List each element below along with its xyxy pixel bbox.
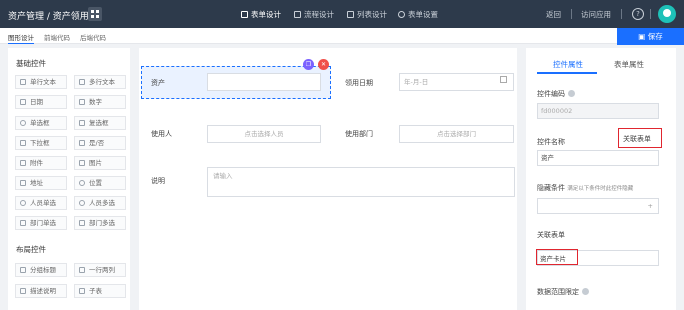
asset-label: 资产 bbox=[151, 79, 165, 87]
description-icon bbox=[20, 288, 26, 294]
department-icon bbox=[20, 220, 26, 226]
ctrl-number[interactable]: 数字 bbox=[74, 95, 126, 109]
nav-form-settings[interactable]: 表单设置 bbox=[398, 9, 438, 20]
name-input[interactable]: 资产 bbox=[537, 150, 659, 166]
copy-icon[interactable]: ❐ bbox=[303, 59, 314, 70]
radio-icon bbox=[20, 120, 26, 126]
people-icon bbox=[79, 200, 85, 206]
ctrl-dept-multi[interactable]: 部门多选 bbox=[74, 216, 126, 230]
related-form-value: 资产卡片 bbox=[540, 255, 566, 263]
code-input: fd000002 bbox=[537, 103, 659, 119]
columns-icon bbox=[79, 267, 85, 273]
dept-input[interactable]: 点击选择部门 bbox=[399, 125, 514, 143]
related-form-label: 关联表单 bbox=[537, 231, 565, 239]
ctrl-dept-single[interactable]: 部门单选 bbox=[15, 216, 67, 230]
save-icon: ▣ bbox=[638, 32, 648, 41]
help-icon[interactable] bbox=[568, 90, 575, 97]
asset-input[interactable] bbox=[207, 73, 321, 91]
ctrl-location[interactable]: 位置 bbox=[74, 176, 126, 190]
name-label: 控件名称 bbox=[537, 138, 565, 146]
hide-condition-label: 隐藏条件 满足以下条件时此控件隐藏 bbox=[537, 184, 634, 192]
tab-graphic-design[interactable]: 图形设计 bbox=[8, 32, 34, 44]
properties-panel bbox=[526, 48, 676, 310]
control-type-badge: 关联表单 bbox=[623, 135, 651, 143]
ctrl-date[interactable]: 日期 bbox=[15, 95, 67, 109]
sub-bar: 图形设计 前端代码 后端代码 bbox=[0, 28, 684, 44]
delete-icon[interactable]: ✕ bbox=[318, 59, 329, 70]
tab-backend-code[interactable]: 后端代码 bbox=[80, 32, 106, 42]
tab-control-props[interactable]: 控件属性 bbox=[553, 59, 583, 70]
user-input[interactable]: 点击选择人员 bbox=[207, 125, 321, 143]
calendar-icon bbox=[500, 76, 507, 83]
note-textarea[interactable]: 请输入 bbox=[207, 167, 515, 197]
ctrl-person-single[interactable]: 人员单选 bbox=[15, 196, 67, 210]
dept-label: 使用部门 bbox=[345, 130, 373, 138]
active-tab-indicator bbox=[537, 72, 597, 74]
text-icon bbox=[20, 79, 26, 85]
divider bbox=[621, 9, 622, 19]
tab-form-props[interactable]: 表单属性 bbox=[614, 59, 644, 70]
group-icon bbox=[20, 267, 26, 273]
date-label: 领用日期 bbox=[345, 79, 373, 87]
ctrl-image[interactable]: 图片 bbox=[74, 156, 126, 170]
ctrl-dropdown[interactable]: 下拉框 bbox=[15, 136, 67, 150]
tab-frontend-code[interactable]: 前端代码 bbox=[44, 32, 70, 42]
back-link[interactable]: 返回 bbox=[546, 9, 561, 20]
calendar-icon bbox=[20, 99, 26, 105]
textarea-icon bbox=[79, 79, 85, 85]
checkbox-icon bbox=[79, 120, 85, 126]
top-bar: 资产管理 / 资产领用 表单设计 流程设计 列表设计 表单设置 返回 访问应用 … bbox=[0, 0, 684, 28]
nav-flow-design[interactable]: 流程设计 bbox=[294, 9, 334, 20]
user-label: 使用人 bbox=[151, 130, 172, 138]
ctrl-two-columns[interactable]: 一行两列 bbox=[74, 263, 126, 277]
image-icon bbox=[79, 160, 85, 166]
layout-controls-title: 布局控件 bbox=[16, 245, 46, 254]
location-icon bbox=[79, 180, 85, 186]
form-icon bbox=[241, 11, 248, 18]
apps-grid-icon[interactable] bbox=[88, 7, 102, 21]
ctrl-attachment[interactable]: 附件 bbox=[15, 156, 67, 170]
departments-icon bbox=[79, 220, 85, 226]
attachment-icon bbox=[20, 160, 26, 166]
ctrl-yes-no[interactable]: 是/否 bbox=[74, 136, 126, 150]
ctrl-radio[interactable]: 单选框 bbox=[15, 116, 67, 130]
flow-icon bbox=[294, 11, 301, 18]
app-title: 资产管理 / 资产领用 bbox=[8, 12, 89, 22]
nav-form-design[interactable]: 表单设计 bbox=[241, 9, 281, 20]
save-button[interactable]: ▣ 保存 bbox=[617, 28, 684, 45]
ctrl-group-title[interactable]: 分组标题 bbox=[15, 263, 67, 277]
help-icon[interactable]: ? bbox=[632, 8, 644, 20]
add-condition-button[interactable]: + bbox=[537, 198, 659, 214]
basic-controls-title: 基础控件 bbox=[16, 59, 46, 68]
nav-list-design[interactable]: 列表设计 bbox=[347, 9, 387, 20]
data-range-label: 数据范围限定 bbox=[537, 287, 589, 297]
avatar[interactable] bbox=[658, 5, 676, 23]
ctrl-person-multi[interactable]: 人员多选 bbox=[74, 196, 126, 210]
ctrl-description[interactable]: 描述说明 bbox=[15, 284, 67, 298]
ctrl-checkbox[interactable]: 复选框 bbox=[74, 116, 126, 130]
help-icon[interactable] bbox=[582, 288, 589, 295]
toggle-icon bbox=[79, 140, 85, 146]
note-label: 说明 bbox=[151, 177, 165, 185]
ctrl-subtable[interactable]: 子表 bbox=[74, 284, 126, 298]
table-icon bbox=[79, 288, 85, 294]
ctrl-single-text[interactable]: 单行文本 bbox=[15, 75, 67, 89]
date-input[interactable]: 年-月-日 bbox=[399, 73, 514, 91]
number-icon bbox=[79, 99, 85, 105]
settings-icon bbox=[398, 11, 405, 18]
list-icon bbox=[347, 11, 354, 18]
address-icon bbox=[20, 180, 26, 186]
divider bbox=[571, 9, 572, 19]
person-icon bbox=[20, 200, 26, 206]
ctrl-multi-text[interactable]: 多行文本 bbox=[74, 75, 126, 89]
code-label: 控件编码 bbox=[537, 89, 575, 99]
visit-app-link[interactable]: 访问应用 bbox=[581, 9, 611, 20]
ctrl-address[interactable]: 地址 bbox=[15, 176, 67, 190]
dropdown-icon bbox=[20, 140, 26, 146]
divider bbox=[650, 9, 651, 19]
